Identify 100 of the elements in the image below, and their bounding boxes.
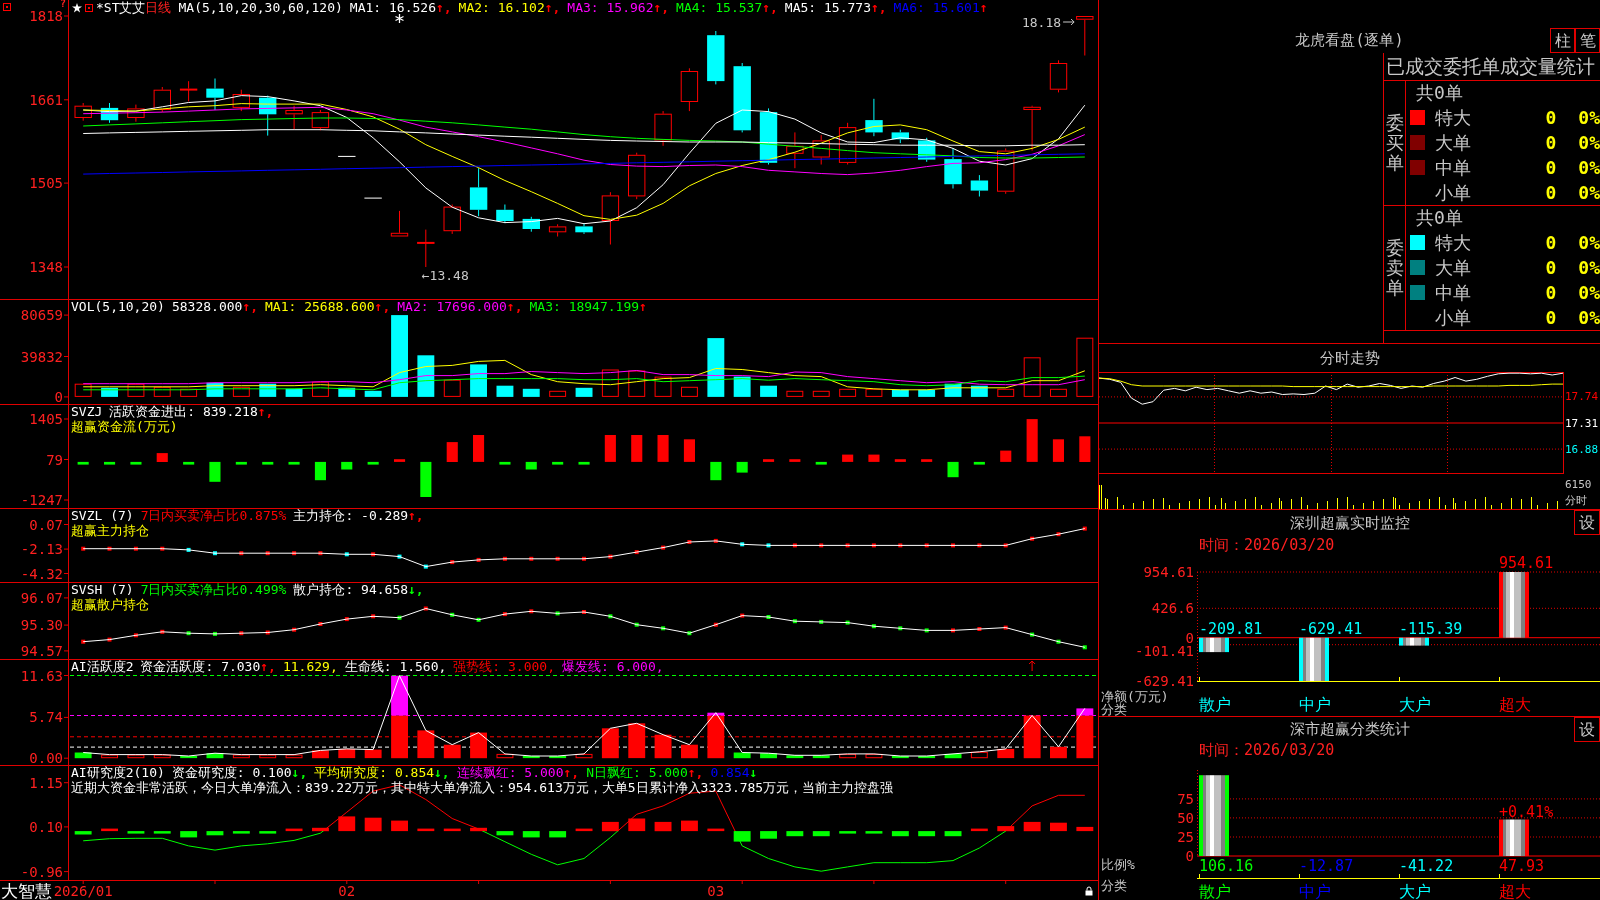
- volume-bar: [312, 381, 329, 397]
- activity-bar: [865, 753, 883, 759]
- activity-bar: [601, 728, 619, 759]
- panel-title: 龙虎看盘(逐单): [1295, 31, 1404, 50]
- category-label: 散户: [1199, 694, 1231, 714]
- activity-bar: [681, 744, 698, 759]
- research-bar: [812, 831, 830, 837]
- candlestick: [179, 80, 198, 102]
- fund-flow-bar: [130, 461, 142, 465]
- indicator-text: SVSH (7): [71, 582, 134, 597]
- point-marker: [344, 552, 349, 557]
- research-bar: [364, 817, 382, 832]
- fund-flow-bar: [446, 442, 458, 462]
- axis-label: 0.07: [29, 516, 63, 533]
- volume-bar: [153, 386, 171, 397]
- activity-bar: [391, 715, 408, 759]
- volume-bar: [232, 386, 250, 397]
- candlestick: [628, 152, 646, 200]
- date-label: 时间：2026/03/20: [1198, 742, 1336, 758]
- volume-bar: [522, 388, 540, 397]
- group-label: 委买单: [1385, 113, 1404, 173]
- fund-flow-bar: [209, 461, 221, 482]
- volume-bar: [654, 376, 672, 397]
- point-marker: [423, 564, 428, 569]
- volume-bar: [285, 388, 303, 397]
- indicator-text: 主力持仓: -0.289: [293, 508, 409, 523]
- period-label: 日线: [145, 0, 172, 15]
- fund-flow-bar: [341, 461, 353, 470]
- research-bar: [760, 831, 777, 839]
- axis-label: 5.74: [29, 709, 63, 726]
- activity-bar: [549, 756, 567, 759]
- square-icon[interactable]: [3, 3, 11, 11]
- activity-bar: [259, 754, 277, 759]
- order-size-label: 中单: [1435, 156, 1472, 179]
- fund-flow-bar: [473, 435, 485, 462]
- fund-flow-bar: [314, 461, 326, 481]
- net-amount-bar: [1399, 637, 1429, 646]
- volume-bar: [470, 364, 487, 397]
- trend-arrow: ↓,: [291, 765, 308, 780]
- point-marker: [977, 627, 982, 631]
- candlestick: [206, 78, 224, 111]
- lock-icon[interactable]: [1085, 886, 1093, 896]
- order-share: 0%: [1577, 156, 1600, 179]
- value-label: 106.16: [1199, 857, 1254, 875]
- fund-flow-bar: [394, 459, 406, 462]
- indicator-text: 超赢散户持仓: [71, 597, 149, 612]
- trend-arrow: ↑,: [870, 0, 887, 15]
- arrow-up-icon: [1028, 660, 1036, 672]
- activity-bar: [443, 744, 461, 759]
- point-marker: [476, 617, 481, 622]
- order-size-label: 中单: [1435, 281, 1472, 304]
- settings-button[interactable]: 设: [1574, 510, 1600, 535]
- research-bar: [918, 831, 936, 837]
- trend-arrow: ↑,: [563, 765, 580, 780]
- candlestick: [417, 229, 435, 268]
- axis-label: 96.07: [20, 589, 63, 606]
- candlestick: [364, 197, 382, 199]
- activity-bar: [496, 753, 514, 759]
- volume-bar: [997, 388, 1015, 397]
- activity-bar: [812, 755, 830, 759]
- axis-label: -2.13: [20, 541, 63, 558]
- point-marker: [397, 615, 402, 620]
- volume-bar: [865, 388, 883, 397]
- square-icon[interactable]: [85, 3, 93, 12]
- axis-label: 17.31: [1565, 416, 1599, 430]
- order-size-label: 大单: [1435, 131, 1472, 154]
- research-bar: [891, 831, 909, 837]
- point-marker: [1030, 536, 1035, 541]
- arrow-icon: [1062, 18, 1075, 26]
- order-count: 0: [1544, 131, 1558, 154]
- volume-bar: [681, 386, 698, 397]
- point-marker: [81, 546, 86, 551]
- volume-bar: [839, 388, 857, 397]
- fund-flow-bar: [789, 459, 801, 462]
- settings-button[interactable]: 设: [1574, 717, 1600, 742]
- research-bar: [654, 821, 672, 832]
- help-button[interactable]: ?: [60, 0, 67, 9]
- candlestick: [469, 167, 488, 217]
- volume-bar: [338, 387, 356, 397]
- point-marker: [1056, 639, 1061, 644]
- indicator-text: 强势线: 3.000,: [453, 659, 555, 674]
- activity-bar: [997, 748, 1015, 759]
- star-icon[interactable]: [72, 2, 82, 13]
- trend-arrow: ↑,: [762, 0, 778, 15]
- order-total: 共0单: [1415, 206, 1464, 230]
- axis-label: -1247: [20, 492, 63, 508]
- trend-arrow: ↑,: [653, 0, 670, 15]
- point-marker: [951, 543, 955, 548]
- activity-bar: [628, 723, 646, 759]
- point-marker: [766, 543, 771, 548]
- activity-bar: [338, 748, 356, 759]
- ratio-bar: [1499, 819, 1529, 856]
- volume-bar: [628, 370, 646, 397]
- view-toggle-button[interactable]: 笔: [1575, 28, 1600, 53]
- view-toggle-button[interactable]: 柱: [1550, 28, 1575, 53]
- trend-arrow: ↓,: [408, 582, 424, 597]
- candlestick: [812, 134, 830, 165]
- indicator-text: 资金研究度: 0.100: [171, 765, 292, 780]
- candlestick: [74, 102, 92, 122]
- point-marker: [529, 609, 534, 614]
